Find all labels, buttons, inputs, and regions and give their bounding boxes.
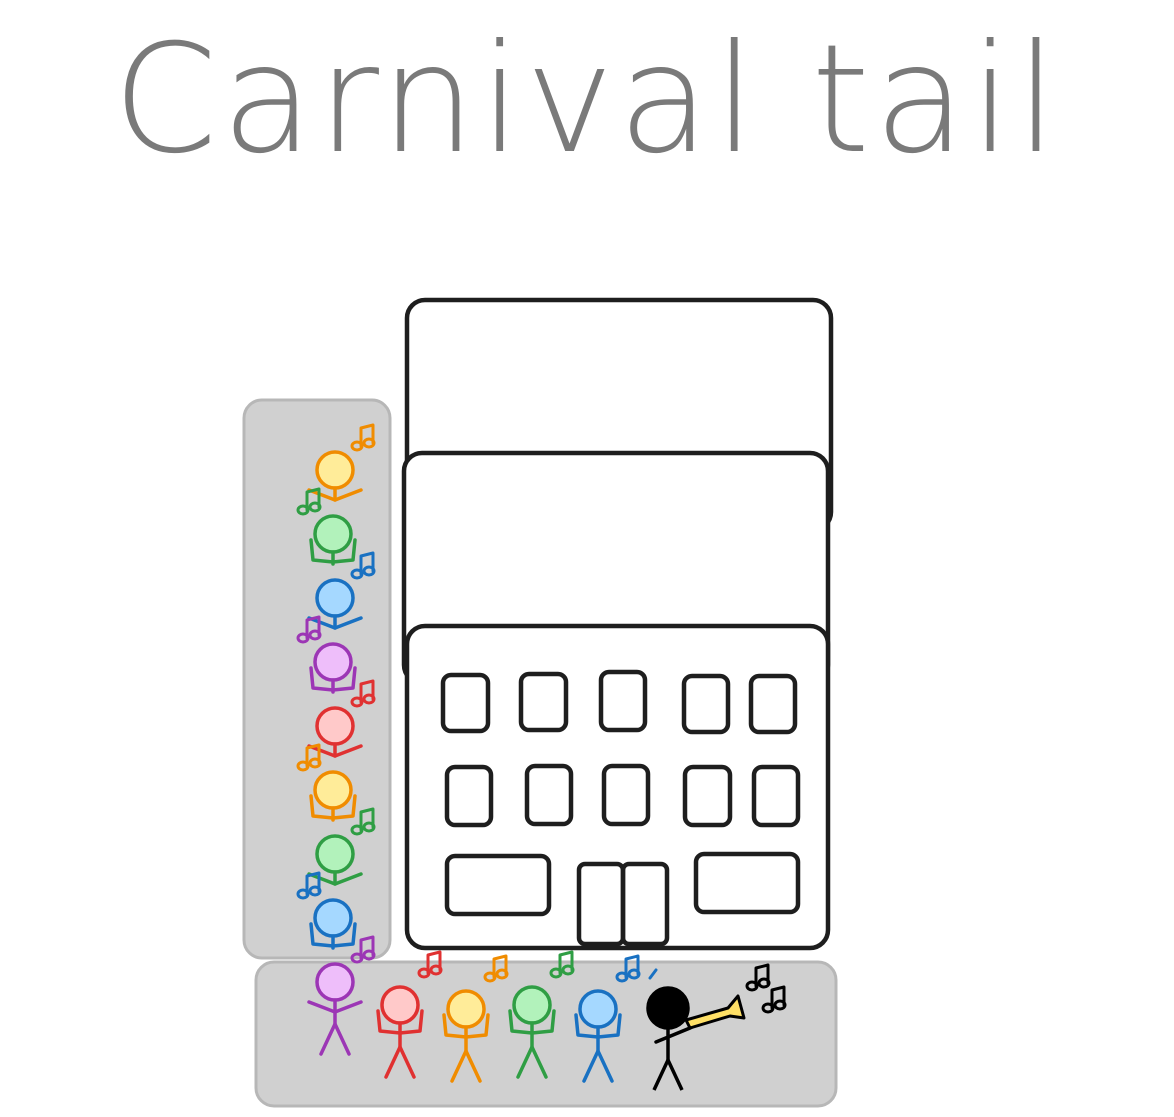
carnival-scene — [242, 297, 838, 1108]
building-icon — [401, 297, 834, 951]
